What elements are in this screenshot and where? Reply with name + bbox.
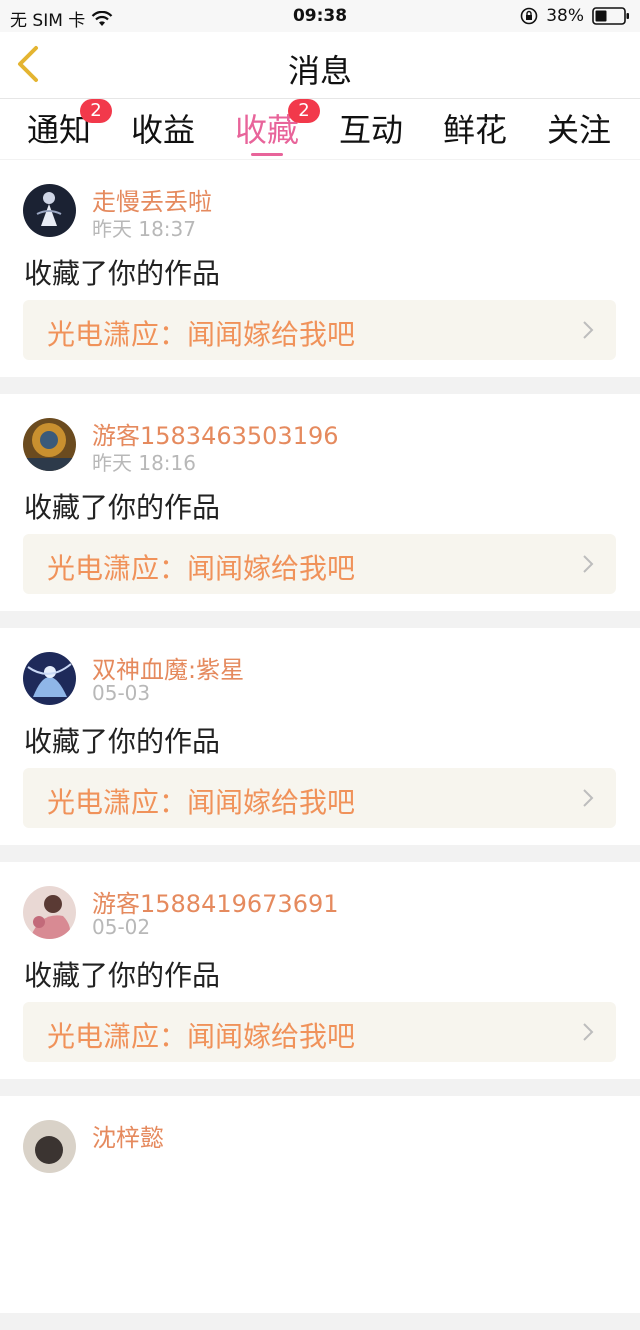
timestamp: 05-02 [92,915,151,939]
avatar-image [23,184,76,237]
username[interactable]: 双神血魔:紫星 [92,650,244,685]
page-title: 消息 [287,52,352,90]
tab-label: 关注 [546,111,611,149]
work-link[interactable]: 光电潇应：闻闻嫁给我吧 [23,300,616,360]
avatar-image [23,1120,76,1173]
tab-interactions[interactable]: 互动 [326,105,416,155]
list-item: 游客1588419673691 05-02 收藏了你的作品 光电潇应：闻闻嫁给我… [0,862,640,1079]
avatar[interactable] [23,418,76,471]
favorites-feed: 走慢丢丢啦 昨天 18:37 收藏了你的作品 光电潇应：闻闻嫁给我吧 游客158… [0,160,640,1330]
tab-label: 互动 [338,111,403,149]
tab-flowers[interactable]: 鲜花 [430,105,520,155]
work-link[interactable]: 光电潇应：闻闻嫁给我吧 [23,768,616,828]
action-text: 收藏了你的作品 [24,959,221,992]
action-text: 收藏了你的作品 [24,725,221,758]
timestamp: 05-03 [92,681,151,705]
list-item: 双神血魔:紫星 05-03 收藏了你的作品 光电潇应：闻闻嫁给我吧 [0,628,640,845]
tab-following[interactable]: 关注 [534,105,624,155]
tab-label: 鲜花 [442,111,507,149]
nav-bar: 消息 [0,32,640,99]
work-link[interactable]: 光电潇应：闻闻嫁给我吧 [23,1002,616,1062]
work-link[interactable]: 光电潇应：闻闻嫁给我吧 [23,534,616,594]
unread-badge: 2 [288,99,320,123]
username[interactable]: 游客1583463503196 [92,416,339,451]
avatar-image [23,652,76,705]
rotation-lock-icon [520,7,538,25]
list-item: 走慢丢丢啦 昨天 18:37 收藏了你的作品 光电潇应：闻闻嫁给我吧 [0,160,640,377]
chevron-right-icon [583,1023,594,1041]
tab-label: 收益 [130,111,195,149]
active-tab-underline [251,153,283,156]
tab-earnings[interactable]: 收益 [118,105,208,155]
unread-badge: 2 [80,99,112,123]
avatar[interactable] [23,1120,76,1173]
work-title: 光电潇应：闻闻嫁给我吧 [47,552,356,585]
avatar[interactable] [23,652,76,705]
chevron-right-icon [583,321,594,339]
chevron-right-icon [583,555,594,573]
action-text: 收藏了你的作品 [24,491,221,524]
list-item: 沈梓懿 [0,1096,640,1313]
avatar[interactable] [23,184,76,237]
message-tabs: 通知 2 收益 收藏 2 互动 鲜花 关注 [0,99,640,159]
tab-favorites[interactable]: 收藏 2 [222,99,320,156]
username[interactable]: 沈梓懿 [92,1118,164,1153]
tab-notifications[interactable]: 通知 2 [14,99,112,155]
battery-percent: 38% [546,6,584,26]
avatar-image [23,886,76,939]
action-text: 收藏了你的作品 [24,257,221,290]
timestamp: 昨天 18:37 [92,217,196,241]
list-item: 游客1583463503196 昨天 18:16 收藏了你的作品 光电潇应：闻闻… [0,394,640,611]
work-title: 光电潇应：闻闻嫁给我吧 [47,1020,356,1053]
battery-icon [592,7,629,25]
work-title: 光电潇应：闻闻嫁给我吧 [47,786,356,819]
timestamp: 昨天 18:16 [92,451,196,475]
chevron-right-icon [583,789,594,807]
status-right: 38% [520,6,630,26]
work-title: 光电潇应：闻闻嫁给我吧 [47,318,356,351]
username[interactable]: 游客1588419673691 [92,884,339,919]
username[interactable]: 走慢丢丢啦 [92,182,212,217]
status-bar: 无 SIM 卡 09:38 38% [0,0,640,32]
avatar[interactable] [23,886,76,939]
avatar-image [23,418,76,471]
